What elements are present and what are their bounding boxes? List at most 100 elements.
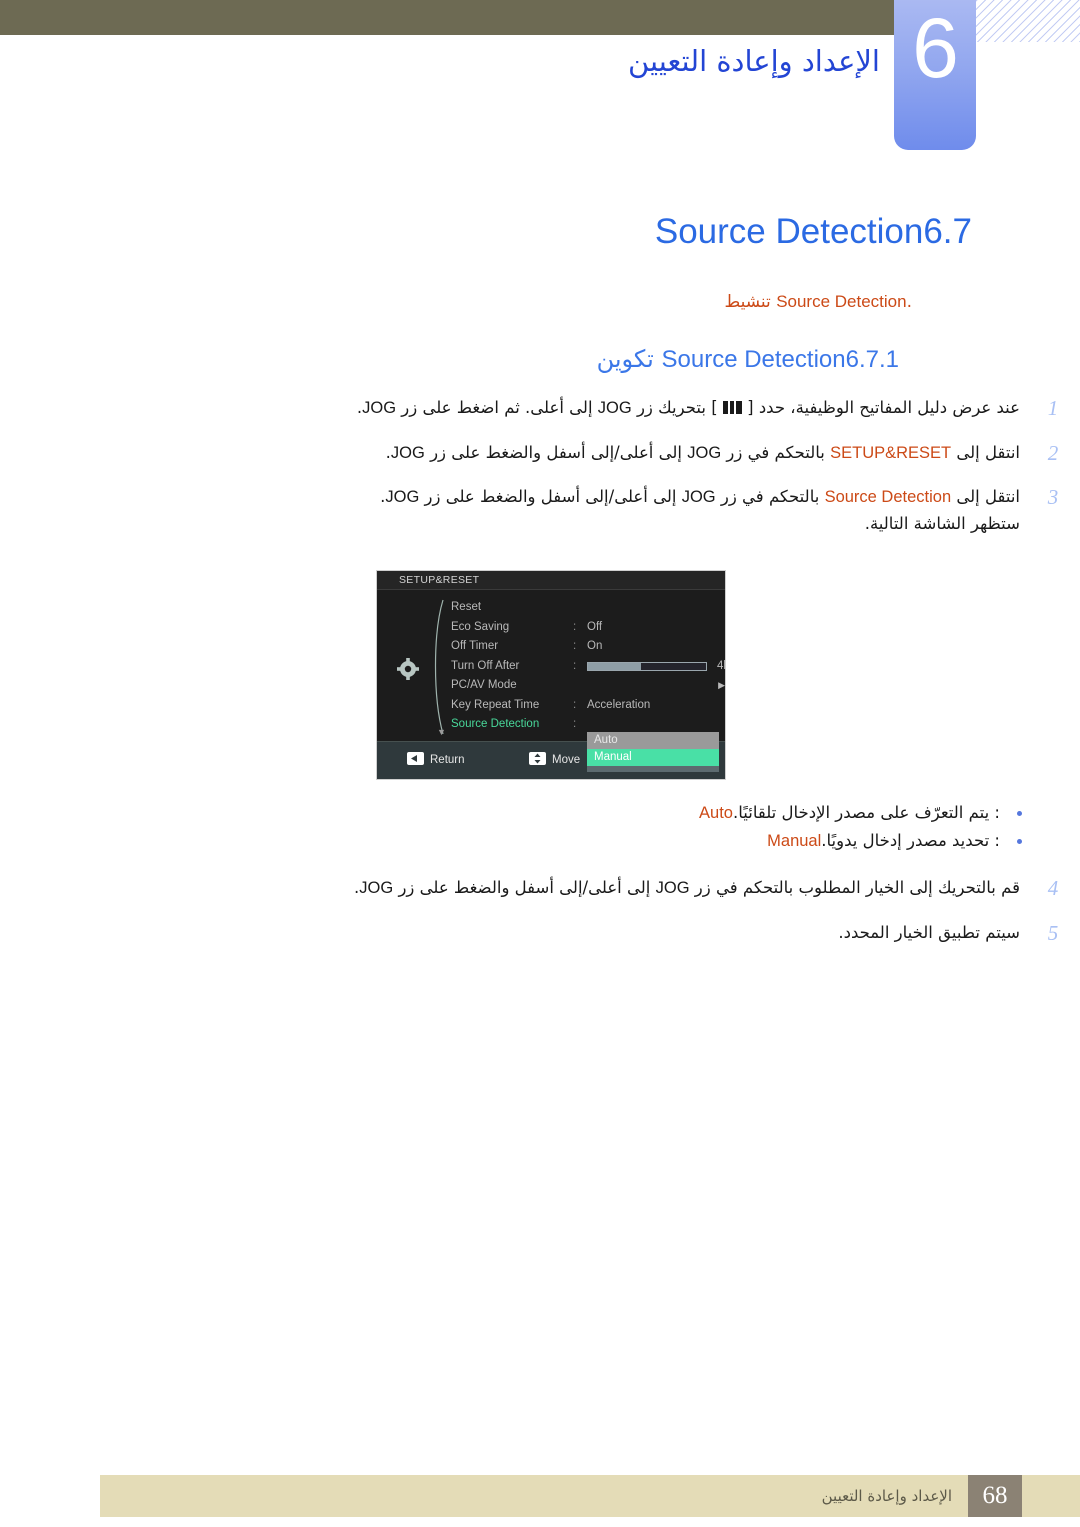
step-item: 5 سيتم تطبيق الخيار المحدد. (0, 920, 1080, 947)
osd-row-label: Eco Saving (451, 620, 510, 633)
osd-row-value: On (587, 640, 603, 652)
steps-list-bottom: 4 قم بالتحريك إلى الخيار المطلوب بالتحكم… (0, 875, 1080, 964)
bullet-manual-keyword: Manual (767, 832, 822, 850)
page-footer: الإعداد وإعادة التعيين 68 (100, 1475, 1080, 1517)
header-hatch-decoration (975, 0, 1080, 42)
osd-row-eco-saving[interactable]: Eco Saving : Off (451, 618, 721, 638)
osd-title: SETUP&RESET (377, 571, 725, 590)
step-text: انتقل إلى SETUP&RESET بالتحكم في زر JOG … (160, 440, 1020, 467)
page-header: 6 الإعداد وإعادة التعيين (0, 0, 1080, 180)
step-number: 4 (1047, 876, 1059, 900)
dropdown-option-manual[interactable]: Manual (587, 749, 719, 766)
chevron-right-icon: ▶ (718, 680, 725, 690)
step-number: 2 (1047, 440, 1059, 465)
osd-row-off-timer[interactable]: Off Timer : On (451, 637, 721, 657)
step-number: 1 (1047, 396, 1059, 420)
osd-menu-rows: Reset Eco Saving : Off Off Timer : On Tu… (451, 598, 725, 735)
slider-unit-label: 4h (717, 659, 725, 672)
osd-row-label: Source Detection (451, 718, 540, 730)
subsection-heading: 6.7.1Source Detection تكوين (597, 345, 925, 374)
section-heading: 6.7Source Detection (655, 212, 990, 252)
osd-row-label: Off Timer (451, 640, 499, 652)
step4-pre: قم بالتحريك إلى الخيار المطلوب بالتحكم ف… (694, 878, 1020, 897)
chevron-down-icon[interactable]: ▼ (437, 727, 446, 737)
section-note-ar: تنشيط (724, 292, 771, 312)
osd-return-button[interactable]: Return (407, 752, 465, 766)
step4-jog2: JOG (359, 879, 394, 897)
osd-row-label: Turn Off After (451, 659, 520, 672)
step3-keyword: Source Detection (824, 488, 952, 507)
osd-body: Reset Eco Saving : Off Off Timer : On Tu… (377, 590, 725, 772)
chapter-title: الإعداد وإعادة التعيين (627, 44, 880, 78)
page-number: 68 (968, 1475, 1022, 1517)
section-title-en: Source Detection (654, 212, 924, 251)
return-arrow-icon (407, 752, 424, 765)
step1-jog: JOG (597, 399, 632, 417)
dropdown-option-auto[interactable]: Auto (587, 732, 719, 749)
osd-row-colon: : (573, 659, 577, 672)
osd-row-reset[interactable]: Reset (451, 598, 721, 618)
osd-row-label: Key Repeat Time (451, 698, 540, 711)
osd-row-colon: : (573, 640, 577, 652)
step1-post-b: إلى أعلى. ثم اضغط على زر (401, 398, 593, 417)
header-olive-band (0, 0, 894, 35)
subsection-number: 6.7.1 (845, 346, 899, 373)
step3-jog2: JOG (385, 488, 420, 507)
osd-curve-divider (429, 598, 447, 736)
section-note-period: . (906, 292, 912, 312)
osd-return-label: Return (430, 754, 465, 766)
bullet-dot-icon (1017, 839, 1022, 844)
footer-chapter-title: الإعداد وإعادة التعيين (821, 1487, 952, 1505)
osd-row-value: Acceleration (587, 698, 651, 711)
step3-pre: انتقل إلى (956, 487, 1020, 507)
step-item: 3 انتقل إلى Source Detection بالتحكم في … (0, 484, 1080, 537)
step3-jog: JOG (681, 488, 716, 507)
step2-jog: JOG (687, 443, 722, 462)
step-item: 2 انتقل إلى SETUP&RESET بالتحكم في زر JO… (0, 440, 1080, 467)
gear-icon (397, 658, 419, 680)
chapter-number: 6 (912, 1, 959, 95)
bullet-auto-text: : يتم التعرّف على مصدر الإدخال تلقائيًا. (732, 803, 1000, 822)
osd-row-value: Off (587, 620, 603, 633)
steps-list-top: 1 عند عرض دليل المفاتيح الوظيفية، حدد [ … (0, 395, 1080, 556)
osd-row-colon: : (573, 620, 577, 633)
bullet-dot-icon (1017, 811, 1022, 816)
step2-jog2: JOG (390, 443, 425, 462)
step3-post: إلى أعلى/إلى أسفل والضغط على زر (424, 487, 677, 507)
up-down-arrow-icon (529, 752, 546, 765)
slider-fill (588, 662, 642, 670)
osd-row-label: PC/AV Mode (451, 679, 517, 691)
step2-post: إلى أعلى/إلى أسفل والضغط على زر (430, 442, 682, 462)
option-bullets: : يتم التعرّف على مصدر الإدخال تلقائيًا.… (0, 803, 1080, 859)
step-number: 5 (1047, 920, 1059, 945)
step-text: عند عرض دليل المفاتيح الوظيفية، حدد [ ] … (160, 395, 1020, 422)
osd-row-key-repeat-time[interactable]: Key Repeat Time : Acceleration (451, 696, 721, 716)
step3-line2: ستظهر الشاشة التالية. (864, 514, 1020, 534)
step4-post: إلى أعلى/إلى أسفل والضغط على زر (398, 878, 651, 897)
section-note: .Source Detection تنشيط (724, 292, 912, 312)
subsection-title-en: Source Detection (661, 346, 846, 373)
osd-move-label: Move (552, 754, 581, 766)
osd-row-colon: : (573, 698, 577, 711)
step-text: قم بالتحريك إلى الخيار المطلوب بالتحكم ف… (160, 875, 1020, 902)
step-number: 3 (1047, 485, 1059, 510)
step1-pre: عند عرض دليل المفاتيح الوظيفية، حدد [ (747, 398, 1020, 417)
bullet-item-manual: : تحديد مصدر إدخال يدويًا.Manual (0, 831, 1080, 851)
dropdown-footer-bar (587, 766, 719, 772)
osd-screenshot: SETUP&RESET Reset Eco Saving: Off Off T… (376, 570, 726, 780)
section-number: 6.7 (923, 212, 972, 251)
step2-pre: انتقل إلى (956, 442, 1020, 462)
source-detection-dropdown[interactable]: Auto Manual (587, 732, 719, 772)
chapter-tab: 6 (894, 0, 976, 150)
turn-off-after-slider[interactable] (587, 661, 707, 671)
function-key-icon (722, 401, 742, 414)
section-note-en: Source Detection (776, 292, 907, 311)
osd-row-pc-av-mode[interactable]: PC/AV Mode ▶ (451, 676, 725, 696)
bullet-manual-text: : تحديد مصدر إدخال يدويًا. (821, 831, 1000, 850)
osd-row-turn-off-after[interactable]: Turn Off After : 4h (451, 657, 725, 677)
step-item: 1 عند عرض دليل المفاتيح الوظيفية، حدد [ … (0, 395, 1080, 422)
osd-move-button[interactable]: Move (529, 752, 580, 766)
step4-jog: JOG (655, 879, 690, 897)
subsection-title-ar: تكوين (596, 345, 654, 373)
step-item: 4 قم بالتحريك إلى الخيار المطلوب بالتحكم… (0, 875, 1080, 902)
